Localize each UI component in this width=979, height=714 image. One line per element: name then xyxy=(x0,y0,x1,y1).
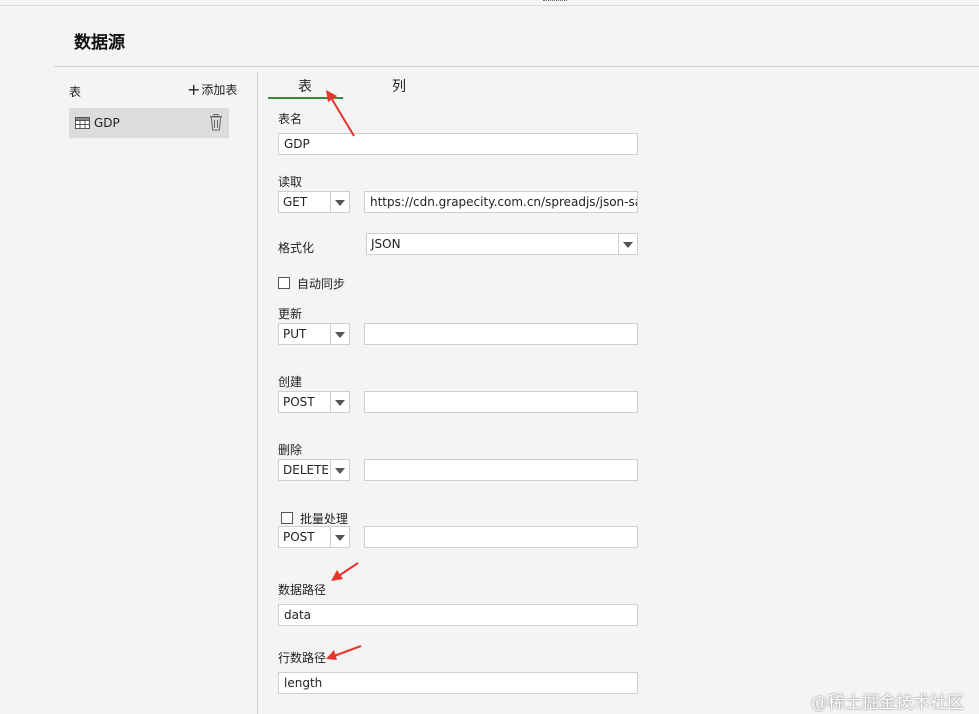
auto-sync-checkbox[interactable]: 自动同步 xyxy=(278,275,345,292)
header-divider xyxy=(54,66,979,67)
trash-icon[interactable] xyxy=(209,114,223,131)
annotation-arrow-icon xyxy=(326,645,362,660)
update-url-field[interactable] xyxy=(364,323,638,345)
create-method-select[interactable]: POST xyxy=(278,391,350,413)
batch-method-value: POST xyxy=(283,530,315,544)
read-url-field[interactable]: https://cdn.grapecity.com.cn/spreadjs/js… xyxy=(364,191,638,213)
create-method-value: POST xyxy=(283,395,315,409)
delete-method-select[interactable]: DELETE xyxy=(278,459,350,481)
create-label: 创建 xyxy=(278,375,303,389)
watermark: @稀土掘金技术社区 xyxy=(811,693,964,713)
batch-method-select[interactable]: POST xyxy=(278,526,350,548)
format-select[interactable]: JSON xyxy=(366,233,638,255)
chevron-down-icon xyxy=(330,460,349,480)
update-label: 更新 xyxy=(278,307,303,321)
batch-url-field[interactable] xyxy=(364,526,638,548)
chevron-down-icon xyxy=(330,324,349,344)
checkbox-icon xyxy=(281,512,293,524)
chevron-down-icon xyxy=(618,234,637,254)
format-value: JSON xyxy=(371,237,401,251)
page-title: 数据源 xyxy=(74,33,125,53)
create-url-field[interactable] xyxy=(364,391,638,413)
auto-sync-label: 自动同步 xyxy=(297,277,346,291)
checkbox-icon xyxy=(278,277,290,289)
table-item-gdp[interactable]: GDP xyxy=(69,108,229,138)
annotation-arrow-icon xyxy=(331,562,359,581)
table-item-label: GDP xyxy=(94,116,120,130)
update-method-select[interactable]: PUT xyxy=(278,323,350,345)
chevron-down-icon xyxy=(330,392,349,412)
table-icon xyxy=(75,117,90,129)
resize-grip[interactable] xyxy=(543,0,567,3)
add-table-label: 添加表 xyxy=(201,83,238,97)
row-count-path-label: 行数路径 xyxy=(278,651,327,665)
data-path-field[interactable]: data xyxy=(278,604,638,626)
table-list-header: 表 xyxy=(69,85,82,99)
delete-url-field[interactable] xyxy=(364,459,638,481)
data-path-label: 数据路径 xyxy=(278,583,327,597)
plus-icon: + xyxy=(187,80,201,99)
top-border xyxy=(0,5,979,6)
table-list-panel: 表 +添加表 GDP xyxy=(54,72,258,714)
delete-label: 删除 xyxy=(278,443,303,457)
add-table-button[interactable]: +添加表 xyxy=(187,81,237,98)
chevron-down-icon xyxy=(330,192,349,212)
annotation-arrow-icon xyxy=(326,90,355,137)
batch-label: 批量处理 xyxy=(300,512,349,526)
chevron-down-icon xyxy=(330,527,349,547)
batch-checkbox[interactable]: 批量处理 xyxy=(281,510,348,527)
update-method-value: PUT xyxy=(283,327,307,341)
read-method-value: GET xyxy=(283,195,308,209)
tab-table[interactable]: 表 xyxy=(298,76,312,96)
table-name-label: 表名 xyxy=(278,112,303,126)
row-count-path-field[interactable]: length xyxy=(278,672,638,694)
delete-method-value: DELETE xyxy=(283,463,330,477)
tab-columns[interactable]: 列 xyxy=(392,76,406,96)
format-label: 格式化 xyxy=(278,241,315,255)
read-label: 读取 xyxy=(278,175,303,189)
read-method-select[interactable]: GET xyxy=(278,191,350,213)
